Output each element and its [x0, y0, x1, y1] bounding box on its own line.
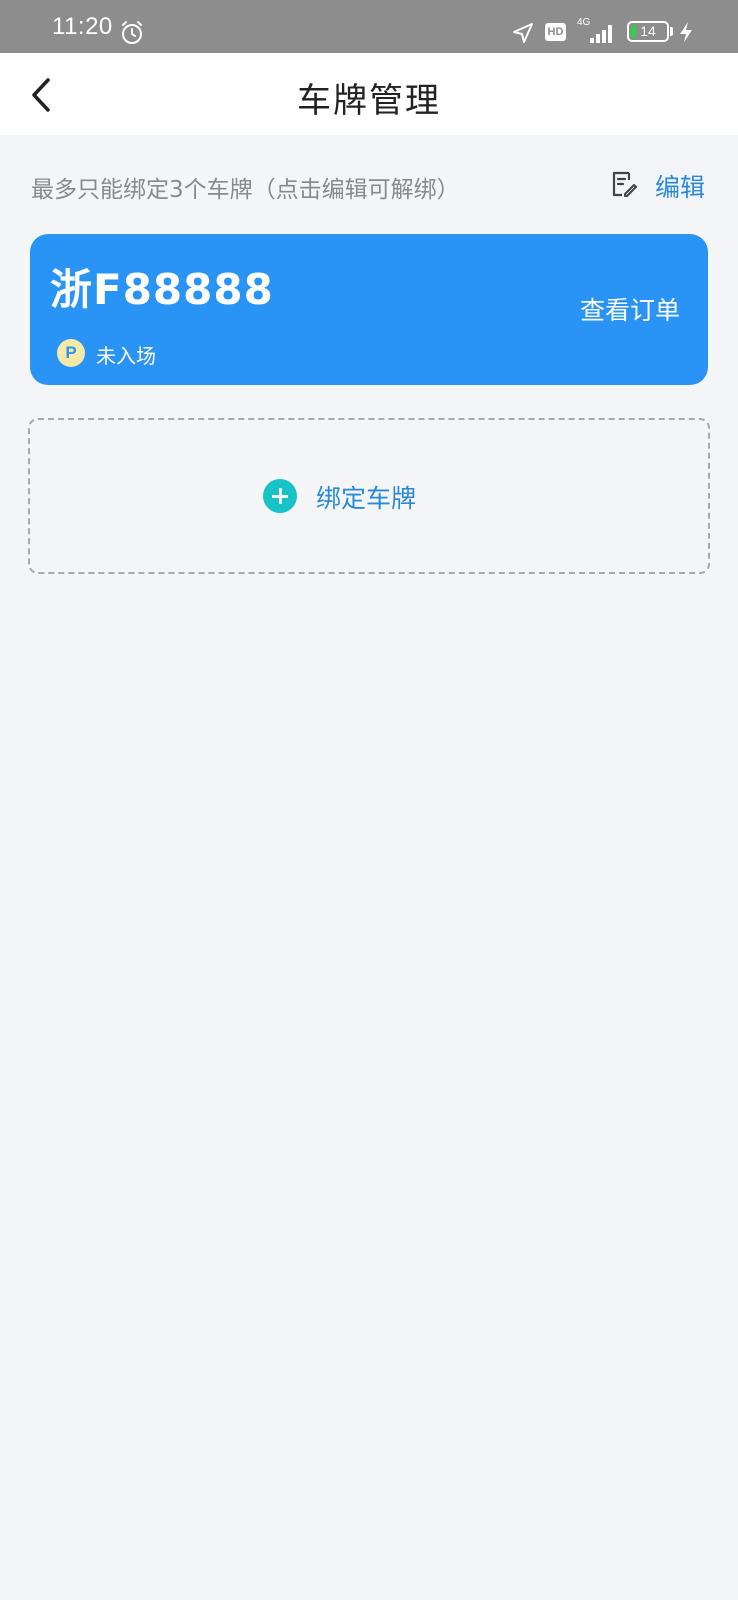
- alarm-clock-icon: [122, 21, 142, 44]
- nav-bar: 车牌管理: [0, 53, 738, 135]
- plate-card[interactable]: 浙F88888 P 未入场 查看订单: [30, 234, 708, 385]
- edit-label: 编辑: [655, 173, 706, 202]
- battery-indicator: 14: [627, 21, 669, 42]
- signal-bars-icon: [590, 25, 612, 43]
- status-bar: 11:20 HD 4G 14: [0, 0, 738, 53]
- bind-plate-button[interactable]: 绑定车牌: [28, 418, 710, 574]
- binding-limit-hint: 最多只能绑定3个车牌（点击编辑可解绑）: [31, 177, 460, 203]
- status-time: 11:20: [52, 13, 113, 40]
- plus-circle-icon: [263, 479, 297, 513]
- edit-document-icon: [612, 171, 637, 197]
- hint-row: 最多只能绑定3个车牌（点击编辑可解绑） 编辑: [0, 160, 738, 206]
- lightning-icon: [680, 22, 692, 42]
- parking-icon: P: [57, 339, 85, 367]
- battery-level: 14: [640, 23, 656, 39]
- plate-number: 浙F88888: [50, 265, 274, 314]
- parking-status: 未入场: [96, 344, 156, 368]
- page-title: 车牌管理: [297, 81, 441, 121]
- location-arrow-icon: [513, 23, 533, 43]
- hd-badge: HD: [545, 23, 566, 41]
- bind-plate-label: 绑定车牌: [316, 484, 417, 513]
- battery-tip: [670, 27, 673, 36]
- view-orders-button[interactable]: 查看订单: [580, 291, 680, 327]
